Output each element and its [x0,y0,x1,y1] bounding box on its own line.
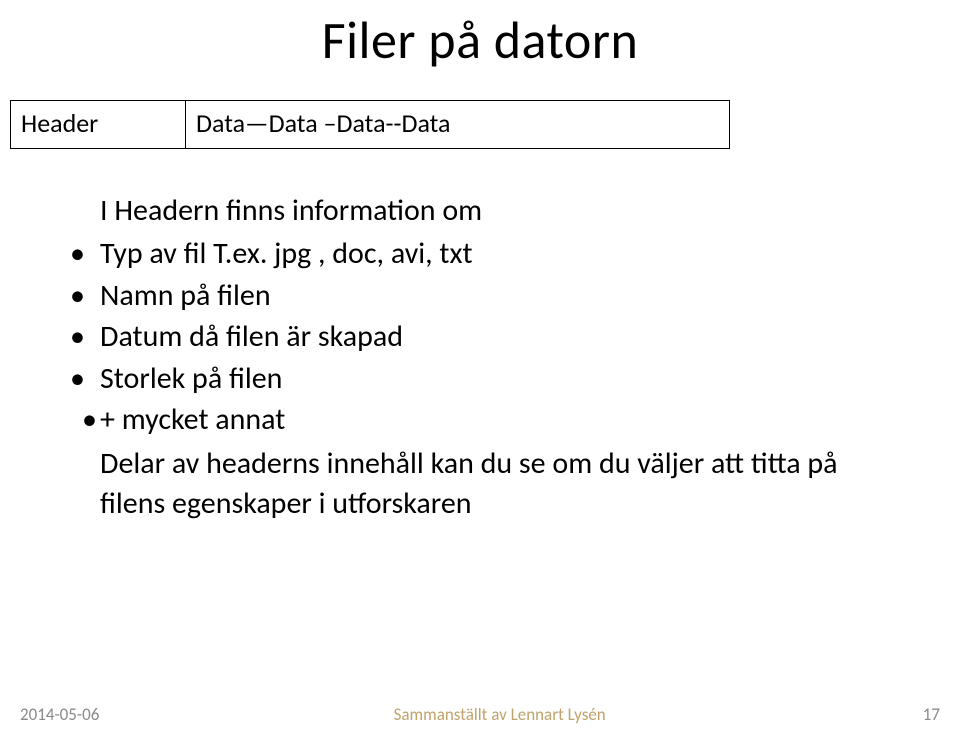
lead-text: I Headern finns information om [100,191,920,231]
closing-text: Delar av headerns innehåll kan du se om … [100,444,900,523]
list-item: Typ av fil T.ex. jpg , doc, avi, txt [62,234,920,274]
slide-title: Filer på datorn [0,0,960,100]
footer-page-number: 17 [900,704,940,725]
footer-date: 2014-05-06 [20,704,99,725]
table-header-cell: Header [10,100,185,149]
list-item: + mycket annat [62,400,920,440]
list-item: Storlek på filen [62,359,920,399]
list-item: Namn på filen [62,276,920,316]
table-data-cell: Data—Data –Data--Data [185,100,730,149]
list-item: Datum då filen är skapad [62,317,920,357]
bullet-list: Typ av fil T.ex. jpg , doc, avi, txt Nam… [62,234,920,440]
body-content: I Headern finns information om Typ av fi… [62,191,920,524]
file-structure-table: Header Data—Data –Data--Data [10,100,730,149]
footer-author: Sammanställt av Lennart Lysén [394,704,606,725]
slide-footer: 2014-05-06 Sammanställt av Lennart Lysén… [0,704,960,725]
slide: Filer på datorn Header Data—Data –Data--… [0,0,960,739]
